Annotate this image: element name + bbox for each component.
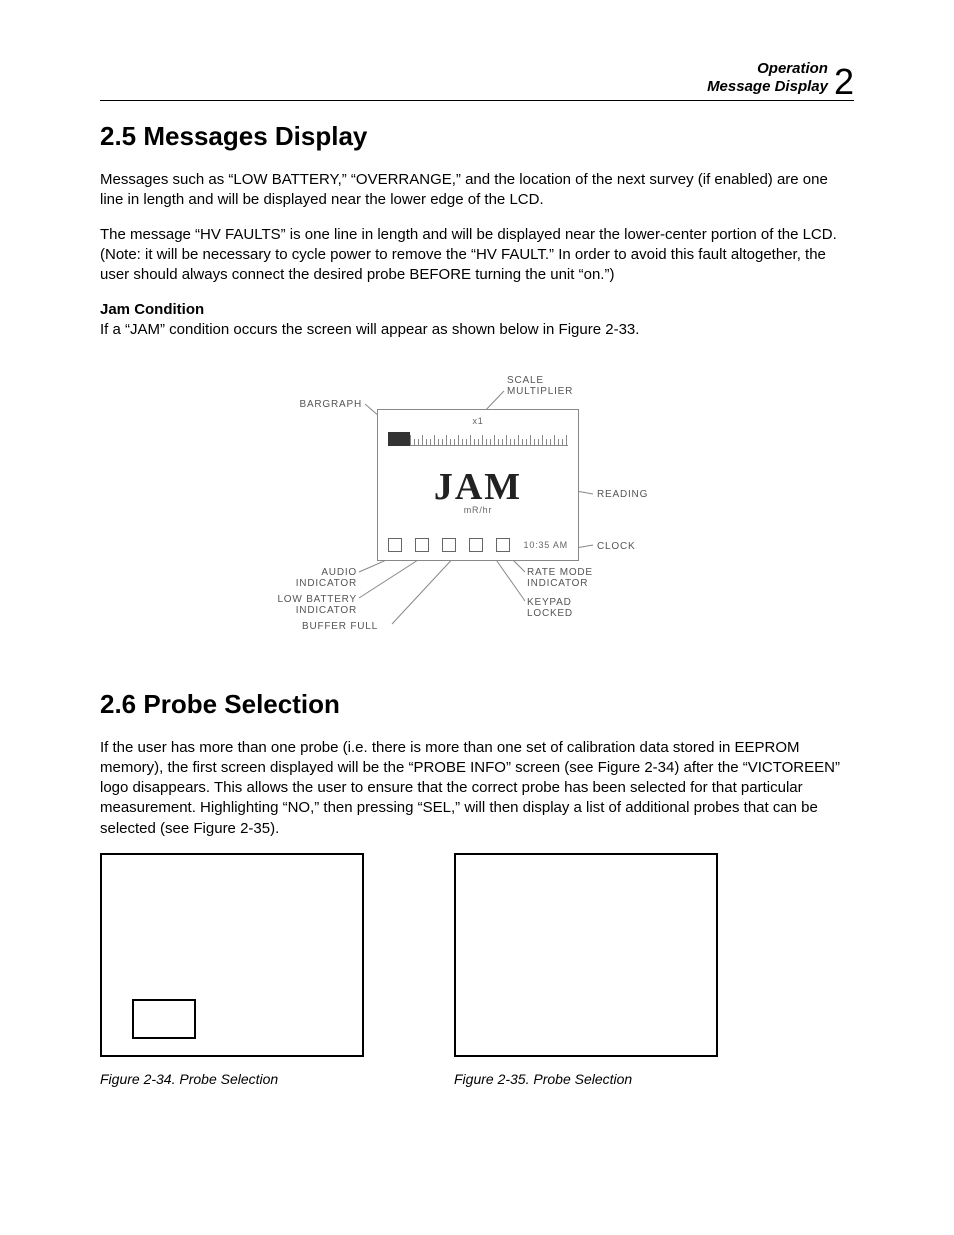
header-line-2: Message Display [707, 78, 828, 96]
paragraph: If a “JAM” condition occurs the screen w… [100, 320, 854, 340]
jam-reading-text: JAM [434, 465, 522, 509]
keypad-locked-icon [469, 538, 483, 552]
low-battery-icon [415, 538, 429, 552]
page-header: Operation Message Display 2 [100, 60, 854, 101]
figure-2-34: Figure 2-34. Probe Selection [100, 853, 364, 1087]
figure-2-34-caption: Figure 2-34. Probe Selection [100, 1071, 364, 1087]
figure-2-34-inner-box [132, 999, 196, 1039]
callout-line: LOCKED [527, 608, 573, 619]
callout-audio-indicator: AUDIO INDICATOR [267, 567, 357, 589]
figure-2-34-box [100, 853, 364, 1057]
section-heading-messages-display: 2.5 Messages Display [100, 121, 854, 152]
bargraph-ticks [410, 431, 568, 446]
callout-line: SCALE [507, 375, 544, 386]
status-icon-row: 10:35 AM [388, 538, 568, 552]
callout-low-battery-indicator: LOW BATTERY INDICATOR [247, 594, 357, 616]
callout-line: LOW BATTERY [277, 594, 357, 605]
callout-line: INDICATOR [296, 578, 357, 589]
callout-buffer-full: BUFFER FULL [302, 621, 378, 632]
callout-scale-multiplier: SCALE MULTIPLIER [507, 375, 573, 397]
callout-clock: CLOCK [597, 541, 635, 552]
paragraph: Messages such as “LOW BATTERY,” “OVERRAN… [100, 170, 854, 211]
chapter-number: 2 [834, 64, 854, 100]
reading-units: mR/hr [464, 505, 493, 515]
audio-icon [388, 538, 402, 552]
rate-mode-icon [496, 538, 510, 552]
callout-bargraph: BARGRAPH [267, 399, 362, 410]
section-heading-probe-selection: 2.6 Probe Selection [100, 689, 854, 720]
header-text: Operation Message Display [707, 60, 828, 96]
figure-2-35: Figure 2-35. Probe Selection [454, 853, 718, 1087]
buffer-full-icon [442, 538, 456, 552]
figures-row: Figure 2-34. Probe Selection Figure 2-35… [100, 853, 854, 1087]
callout-line: MULTIPLIER [507, 386, 573, 397]
callout-line: AUDIO [321, 567, 357, 578]
callout-line: INDICATOR [296, 605, 357, 616]
paragraph: If the user has more than one probe (i.e… [100, 738, 854, 839]
header-line-1: Operation [707, 60, 828, 78]
callout-line: INDICATOR [527, 578, 588, 589]
callout-rate-mode: RATE MODE INDICATOR [527, 567, 593, 589]
callout-line: RATE MODE [527, 567, 593, 578]
figure-2-33: x1 JAM mR/hr 10:35 AM BARGRAPH [100, 369, 854, 649]
bargraph-track [388, 432, 568, 446]
clock-value: 10:35 AM [524, 540, 568, 550]
subheading-jam-condition: Jam Condition [100, 301, 854, 318]
lcd-screen: x1 JAM mR/hr 10:35 AM [377, 409, 579, 561]
callout-line: KEYPAD [527, 597, 572, 608]
paragraph: The message “HV FAULTS” is one line in l… [100, 225, 854, 286]
scale-multiplier-value: x1 [472, 416, 483, 426]
callout-keypad-locked: KEYPAD LOCKED [527, 597, 573, 619]
figure-2-35-box [454, 853, 718, 1057]
figure-2-35-caption: Figure 2-35. Probe Selection [454, 1071, 718, 1087]
callout-reading: READING [597, 489, 648, 500]
jam-screen-diagram: x1 JAM mR/hr 10:35 AM BARGRAPH [277, 369, 677, 649]
page: Operation Message Display 2 2.5 Messages… [0, 0, 954, 1235]
bargraph-fill [388, 432, 410, 446]
